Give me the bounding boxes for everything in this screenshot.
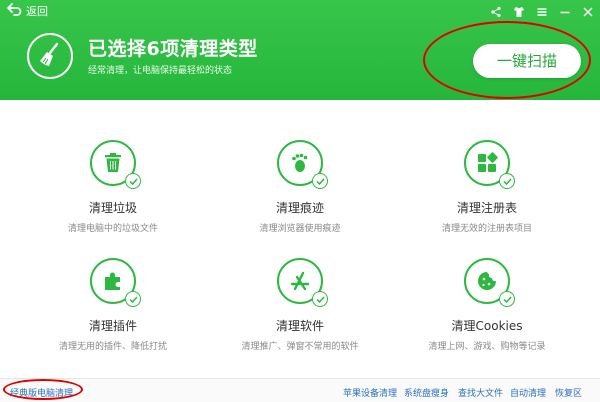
item-title: 清理垃圾 [88,201,137,215]
item-title: 清理痕迹 [275,201,324,215]
item-clean-junk[interactable]: 清理垃圾 清理电脑中的垃圾文件 [28,140,198,234]
footer-link-find-large-files[interactable]: 查找大文件 [458,386,503,399]
broom-icon [27,33,73,79]
checkmark-icon[interactable] [312,173,328,189]
cleanup-type-grid: 清理垃圾 清理电脑中的垃圾文件 清理痕迹 清理浏览器使用痕迹 清理注册表 清理无… [0,100,600,378]
page-subtitle: 经常清理，让电脑保持最轻松的状态 [88,66,233,76]
item-clean-cookies[interactable]: 清理Cookies 清理上网、游戏、购物等记录 [402,258,572,352]
item-title: 清理软件 [275,319,324,333]
checkmark-icon[interactable] [499,291,515,307]
item-description: 清理无效的注册表项目 [441,224,532,234]
checkmark-icon[interactable] [125,291,141,307]
footprint-icon [277,140,328,189]
item-description: 清理无用的插件、降低打扰 [58,342,167,352]
menu-icon[interactable] [536,3,548,16]
checkmark-icon[interactable] [499,173,515,189]
title-bar: 返回 [0,0,600,22]
footer-link-apple-device[interactable]: 苹果设备清理 [343,386,397,399]
item-description: 清理推广、弹窗不常用的软件 [241,342,359,352]
classic-cleanup-link[interactable]: 经典版电脑清理 [10,386,73,399]
item-title: 清理插件 [88,319,137,333]
item-title: 清理Cookies [451,319,523,333]
footer-bar: 经典版电脑清理 苹果设备清理 系统盘瘦身 查找大文件 自动清理 恢复区 [0,378,600,402]
skin-shirt-icon[interactable] [513,3,525,17]
header-banner: 返回 已选择6项清理类型 经常清理，让电脑保持最轻松的状态 一键扫描 [0,0,600,100]
footer-link-system-disk-slim[interactable]: 系统盘瘦身 [404,386,449,399]
back-label: 返回 [26,4,48,18]
registry-blocks-icon [464,140,515,189]
checkmark-icon[interactable] [125,173,141,189]
page-title: 已选择6项清理类型 [88,38,258,60]
footer-link-auto-clean[interactable]: 自动清理 [510,386,546,399]
item-clean-traces[interactable]: 清理痕迹 清理浏览器使用痕迹 [215,140,385,234]
back-arrow-icon [6,2,22,19]
item-clean-registry[interactable]: 清理注册表 清理无效的注册表项目 [402,140,572,234]
trash-icon [90,140,141,189]
close-icon[interactable] [582,3,594,17]
item-title: 清理注册表 [456,201,517,215]
item-clean-software[interactable]: 清理软件 清理推广、弹窗不常用的软件 [215,258,385,352]
checkmark-icon[interactable] [312,291,328,307]
cookie-icon [464,258,515,307]
minimize-icon[interactable] [559,3,571,15]
puzzle-icon [90,258,141,307]
footer-link-recovery[interactable]: 恢复区 [555,386,582,399]
item-description: 清理上网、游戏、购物等记录 [428,342,546,352]
back-button[interactable]: 返回 [6,2,48,19]
window-controls [490,3,594,18]
share-icon[interactable] [490,3,502,18]
item-description: 清理浏览器使用痕迹 [259,224,341,234]
app-store-icon [277,258,328,307]
one-click-scan-button[interactable]: 一键扫描 [473,44,581,78]
item-clean-plugins[interactable]: 清理插件 清理无用的插件、降低打扰 [28,258,198,352]
item-description: 清理电脑中的垃圾文件 [67,224,158,234]
